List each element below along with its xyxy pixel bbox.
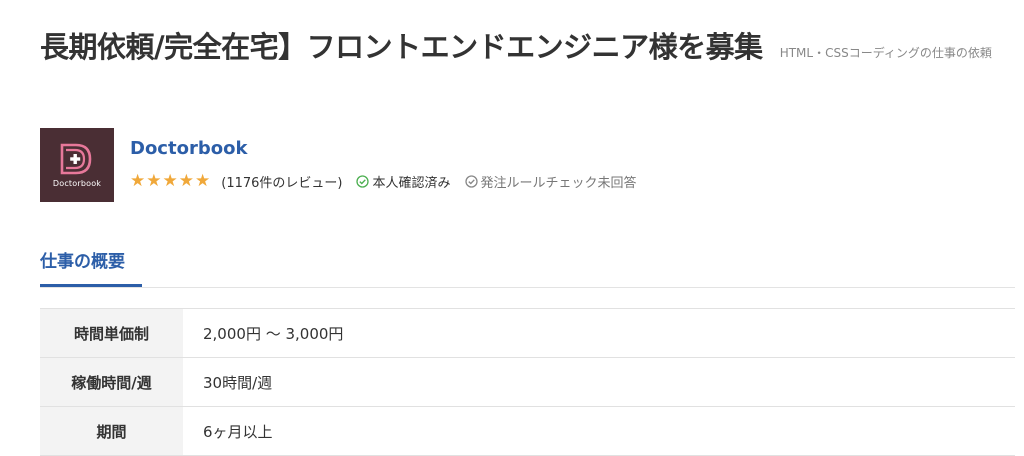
- check-circle-outline-icon: [464, 174, 478, 188]
- job-summary-table: 時間単価制 2,000円 〜 3,000円 稼働時間/週 30時間/週 期間 6…: [40, 308, 1015, 456]
- client-meta: ★ ★ ★ ★ ★ (1176件のレビュー) 本人確認済み 発注ルールチェック未…: [130, 170, 651, 192]
- rating-stars: ★ ★ ★ ★ ★: [130, 171, 211, 191]
- rule-check-badge[interactable]: 発注ルールチェック未回答: [464, 172, 637, 191]
- rule-check-label: 発注ルールチェック未回答: [480, 175, 637, 191]
- job-title: 長期依頼/完全在宅】フロントエンドエンジニア様を募集: [40, 30, 763, 64]
- star-icon: ★: [178, 171, 194, 191]
- verified-label: 本人確認済み: [372, 175, 451, 191]
- job-detail-page: 長期依頼/完全在宅】フロントエンドエンジニア様を募集 HTML・CSSコーディン…: [0, 0, 1024, 456]
- star-icon: ★: [195, 171, 211, 191]
- client-logo[interactable]: Doctorbook: [40, 128, 114, 202]
- review-count-link[interactable]: (1176件のレビュー): [221, 172, 342, 191]
- star-icon: ★: [162, 171, 178, 191]
- doctorbook-logo-icon: [60, 143, 92, 175]
- check-circle-icon: [356, 174, 370, 188]
- row-label: 期間: [40, 406, 183, 456]
- row-label: 時間単価制: [40, 308, 183, 358]
- section-tabs: 仕事の概要: [40, 244, 1015, 288]
- star-icon: ★: [130, 171, 146, 191]
- row-label: 稼働時間/週: [40, 357, 183, 407]
- verified-badge: 本人確認済み: [356, 172, 451, 191]
- logo-text: Doctorbook: [52, 179, 102, 188]
- star-icon: ★: [146, 171, 162, 191]
- job-category-link[interactable]: HTML・CSSコーディングの仕事の依頼: [780, 46, 992, 60]
- job-header: 長期依頼/完全在宅】フロントエンドエンジニア様を募集 HTML・CSSコーディン…: [40, 26, 1015, 80]
- tab-job-overview[interactable]: 仕事の概要: [40, 244, 142, 287]
- table-row: 稼働時間/週 30時間/週: [40, 357, 1015, 407]
- client-name-link[interactable]: Doctorbook: [130, 138, 247, 159]
- row-value: 2,000円 〜 3,000円: [183, 308, 1015, 358]
- row-value: 6ヶ月以上: [183, 406, 1015, 456]
- table-row: 時間単価制 2,000円 〜 3,000円: [40, 308, 1015, 358]
- client-info: Doctorbook Doctorbook ★ ★ ★ ★ ★ (1176件のレ…: [40, 128, 940, 202]
- table-row: 期間 6ヶ月以上: [40, 406, 1015, 456]
- row-value: 30時間/週: [183, 357, 1015, 407]
